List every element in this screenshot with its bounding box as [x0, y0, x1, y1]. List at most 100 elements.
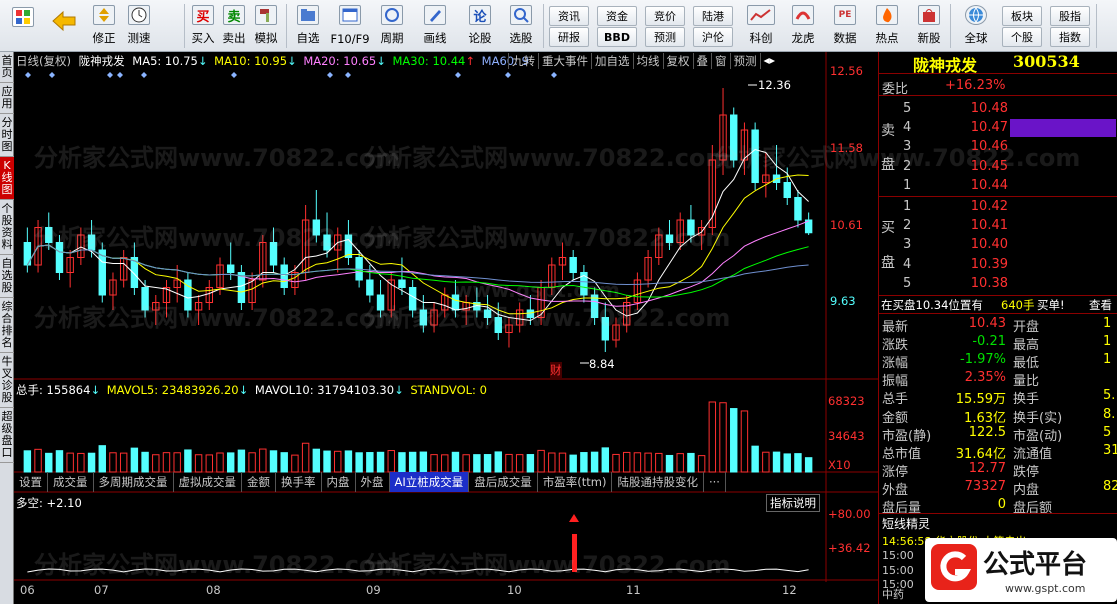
tab-inner[interactable]: 内盘 [322, 472, 356, 492]
stat-row[interactable]: 涨幅 -1.97% 最低 1 [879, 351, 1117, 371]
index-button[interactable]: 指数 [1050, 27, 1090, 47]
funds-button[interactable]: 资金 [597, 6, 637, 26]
stat-row[interactable]: 外盘 73327 内盘 82 [879, 478, 1117, 498]
stat-row[interactable]: 涨跌 -0.21 最高 1 [879, 333, 1117, 353]
menu-ma[interactable]: 均线 [632, 53, 663, 69]
watchlist-label: 自选 [296, 31, 320, 45]
tab-more[interactable]: ··· [704, 472, 726, 492]
volume-bar [184, 449, 192, 473]
tab-northbound[interactable]: 陆股通持股变化 [612, 472, 704, 492]
finance-marker[interactable]: 财 [550, 362, 562, 378]
tab-pe-ttm[interactable]: 市盈率(ttm) [538, 472, 613, 492]
hk-connect-button[interactable]: 陆港 [693, 6, 733, 26]
tab-profile[interactable]: 个股资料 [0, 200, 14, 255]
sell-button[interactable]: 卖 卖出 [219, 3, 249, 49]
stat-row[interactable]: 金额 1.63亿 换手(实) 8. [879, 406, 1117, 426]
kline-chart-area[interactable]: 分析家公式网www.70822.com 分析家公式网www.70822.com … [14, 52, 1080, 604]
menu-forecast[interactable]: 预测 [729, 53, 760, 69]
sector-button[interactable]: 板块 [1002, 6, 1042, 26]
discuss-button[interactable]: 论 论股 [462, 3, 498, 49]
data-button[interactable]: PE 数据 [828, 3, 862, 49]
ask-row[interactable]: 3 10.46 [879, 138, 1117, 157]
back-button[interactable] [46, 3, 82, 49]
bid-row[interactable]: 3 10.40 [879, 236, 1117, 255]
stat-row[interactable]: 最新 10.43 开盘 1 [879, 315, 1117, 335]
tab-multi-volume[interactable]: 多周期成交量 [94, 472, 174, 492]
bid-row[interactable]: 2 10.41 [879, 217, 1117, 236]
dragon-tiger-button[interactable]: 龙虎 [786, 3, 820, 49]
kline-plot[interactable] [14, 52, 878, 604]
tab-outer[interactable]: 外盘 [356, 472, 390, 492]
star-market-button[interactable]: 科创 [744, 3, 778, 49]
speed-test-button[interactable]: 测速 [122, 3, 156, 49]
tab-home[interactable]: 首页 [0, 52, 14, 83]
tab-intraday[interactable]: 分时图 [0, 114, 14, 157]
tab-amount[interactable]: 金额 [242, 472, 276, 492]
buy-button[interactable]: 买 买入 [188, 3, 218, 49]
stat-row[interactable]: 涨停 12.77 跌停 [879, 460, 1117, 480]
menu-major-events[interactable]: 重大事件 [538, 53, 591, 69]
stat-row[interactable]: 总市值31.64亿流通值31.3 [879, 442, 1117, 462]
news-button[interactable]: 资讯 [549, 6, 589, 26]
single-stock-button[interactable]: 个股 [1002, 27, 1042, 47]
star-market-label: 科创 [749, 31, 773, 45]
simulate-button[interactable]: 模拟 [250, 3, 282, 49]
stock-code: 300534 [1013, 52, 1080, 71]
volume-bar [291, 454, 299, 473]
tab-apps[interactable]: 应用 [0, 83, 14, 114]
stat-row[interactable]: 总手 15.59万 换手 5. [879, 387, 1117, 407]
period-button[interactable]: 周期 [374, 3, 410, 49]
draw-button[interactable]: 画线 [418, 3, 452, 49]
short-line-title[interactable]: 短线精灵 [882, 515, 930, 532]
f10-button[interactable]: F10/F9 [330, 3, 370, 49]
menu-adjust[interactable]: 复权 [662, 53, 693, 69]
global-button[interactable]: 全球 [956, 3, 996, 49]
tab-volume[interactable]: 成交量 [48, 472, 94, 492]
home-button[interactable] [4, 3, 42, 49]
candle-body [526, 309, 535, 318]
tab-watchlist[interactable]: 自选股 [0, 255, 14, 298]
tab-ai-volume[interactable]: AI立桩成交量 [389, 472, 470, 492]
hot-button[interactable]: 热点 [870, 3, 904, 49]
menu-expand-icon[interactable]: ◂▸ [759, 53, 779, 69]
tab-virtual-volume[interactable]: 虚拟成交量 [174, 472, 242, 492]
indicator-help-button[interactable]: 指标说明 [766, 494, 820, 512]
stat-row[interactable]: 振幅 2.35% 量比 [879, 369, 1117, 389]
ask-row[interactable]: 1 10.44 [879, 177, 1117, 196]
bid-price: 10.38 [970, 275, 1008, 291]
stock-picker-button[interactable]: 选股 [503, 3, 539, 49]
bid-row[interactable]: 5 10.38 [879, 275, 1117, 294]
stat-row[interactable]: 市盈(静) 122.5 市盈(动) 5 [879, 424, 1117, 444]
watchlist-button[interactable]: 自选 [290, 3, 326, 49]
bid-row[interactable]: 4 10.39 [879, 256, 1117, 275]
shanghai-london-button[interactable]: 沪伦 [693, 27, 733, 47]
ask-row[interactable]: 4 10.47 [879, 119, 1117, 138]
bbd-button[interactable]: BBD [597, 27, 637, 47]
tab-diagnosis[interactable]: 牛叉诊股 [0, 353, 14, 408]
menu-window[interactable]: 窗 [711, 53, 730, 69]
ipo-button[interactable]: 新股 [912, 3, 946, 49]
fix-button[interactable]: 修正 [88, 3, 120, 49]
volume-bar [601, 447, 610, 473]
ask-row[interactable]: 2 10.45 [879, 158, 1117, 177]
index-futures-button[interactable]: 股指 [1050, 6, 1090, 26]
tab-turnover[interactable]: 换手率 [276, 472, 322, 492]
forecast-button[interactable]: 预测 [645, 27, 685, 47]
auction-button[interactable]: 竞价 [645, 6, 685, 26]
menu-overlay[interactable]: 叠 [692, 53, 712, 69]
view-link[interactable]: 查看 [1089, 297, 1112, 313]
candle-body [569, 257, 577, 273]
logo-badge: 公式平台 www.gspt.com [925, 538, 1117, 602]
tab-after-hours[interactable]: 盘后成交量 [469, 472, 538, 492]
ask-row[interactable]: 5 10.48 [879, 100, 1117, 119]
tab-settings[interactable]: 设置 [14, 472, 48, 492]
candle-body [483, 309, 492, 318]
tab-kline[interactable]: K线图 [0, 157, 14, 200]
bid-row[interactable]: 1 10.42 [879, 198, 1117, 217]
tab-level2[interactable]: 超级盘口 [0, 408, 14, 463]
menu-nine-turn[interactable]: 九转 [508, 53, 538, 69]
tab-ranking[interactable]: 综合排名 [0, 298, 14, 353]
menu-add-watchlist[interactable]: 加自选 [591, 53, 633, 69]
research-button[interactable]: 研报 [549, 27, 589, 47]
candle-body [366, 279, 374, 296]
